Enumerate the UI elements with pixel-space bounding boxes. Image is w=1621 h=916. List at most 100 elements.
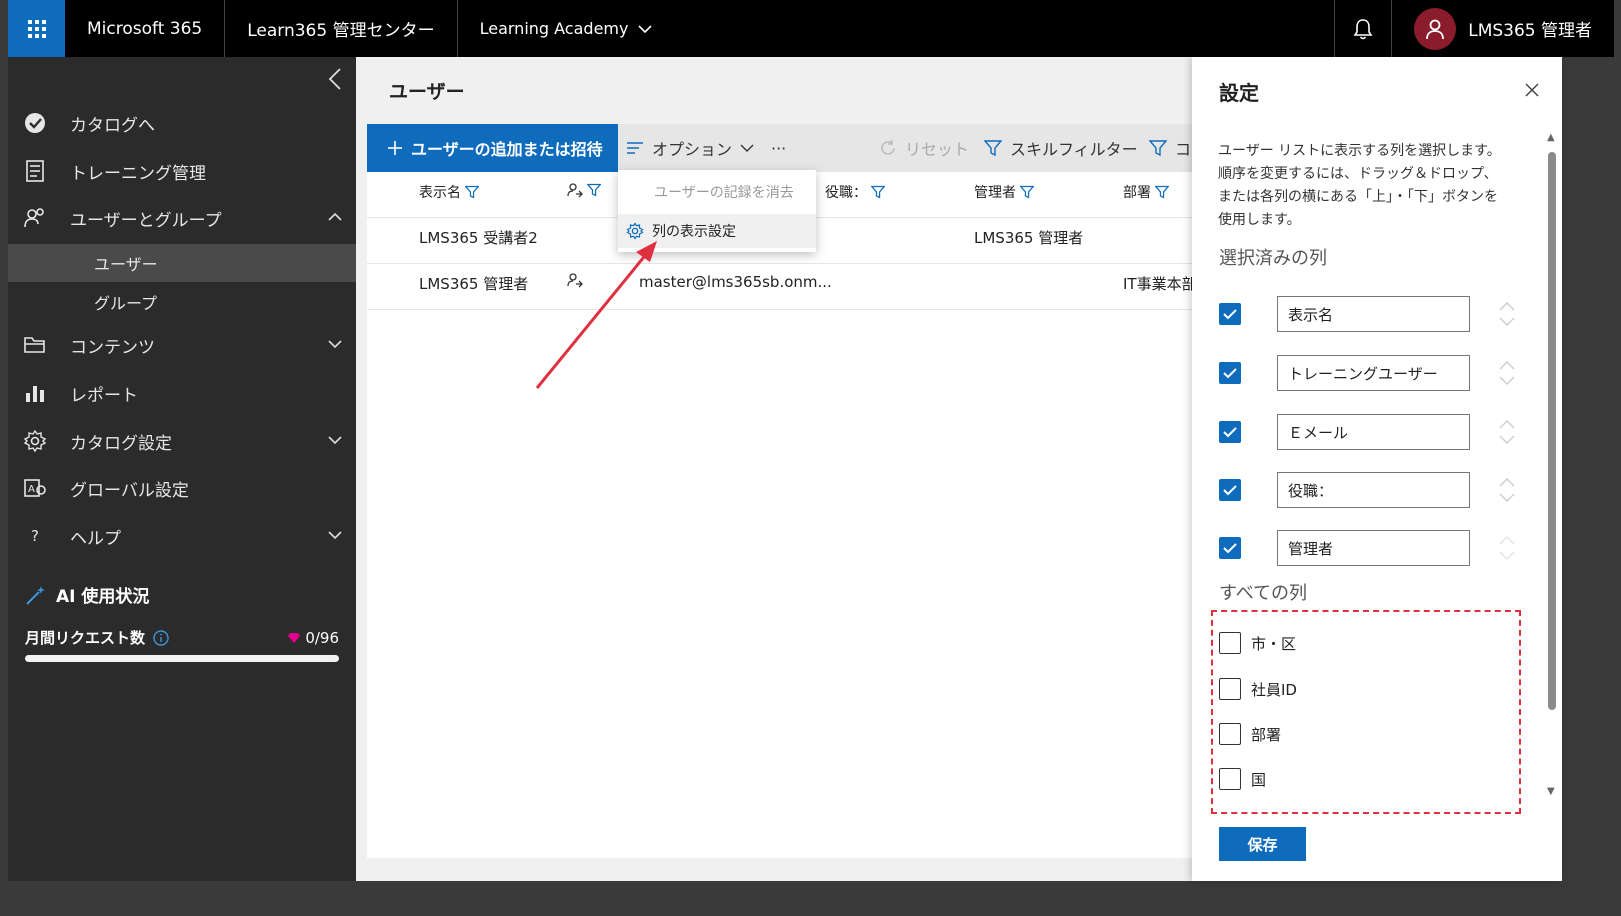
checkbox-unchecked[interactable] <box>1219 723 1241 745</box>
checkbox-checked[interactable] <box>1219 537 1241 559</box>
reset-button[interactable]: リセット <box>879 124 969 172</box>
chevron-up-icon <box>328 210 342 226</box>
options-lines-icon <box>627 142 643 154</box>
plus-icon <box>388 141 402 155</box>
app-launcher-icon[interactable] <box>8 0 65 57</box>
selected-column-row[interactable]: 表示名 <box>1219 296 1519 332</box>
gem-icon <box>288 632 301 643</box>
checkbox-checked[interactable] <box>1219 421 1241 443</box>
checkbox-checked[interactable] <box>1219 479 1241 501</box>
all-columns-heading: すべての列 <box>1219 583 1308 604</box>
selected-column-name[interactable]: トレーニングユーザー <box>1277 355 1470 391</box>
all-column-row[interactable]: 国 <box>1219 767 1266 791</box>
admin-center-title[interactable]: Learn365 管理センター <box>225 0 458 57</box>
filter-icon[interactable] <box>587 183 601 197</box>
checkmark-icon <box>1223 543 1237 554</box>
column-settings-menu-item[interactable]: 列の表示設定 <box>618 214 816 248</box>
column-header-job-title[interactable]: 役職： <box>825 182 885 202</box>
settings-panel: 設定 ユーザー リストに表示する列を選択します。順序を変更するには、ドラッグ＆ド… <box>1192 57 1562 881</box>
command-bar: ユーザーの追加または招待 オプション ··· リセット スキルフィルター コ <box>367 124 1192 172</box>
nav-sub-groups[interactable]: グループ <box>8 283 356 321</box>
scroll-thumb[interactable] <box>1548 152 1556 710</box>
info-icon[interactable] <box>153 629 169 646</box>
column-header-manager[interactable]: 管理者 <box>974 182 1034 202</box>
nav-item-global-settings[interactable]: A グローバル設定 <box>8 469 356 507</box>
nav-item-label: カタログ設定 <box>70 433 172 454</box>
nav-item-users-groups[interactable]: ユーザーとグループ <box>8 199 356 237</box>
nav-item-label: ユーザーとグループ <box>70 210 222 231</box>
column-header-display-name[interactable]: 表示名 <box>419 182 479 202</box>
panel-title: 設定 <box>1219 81 1259 105</box>
selected-column-row[interactable]: 管理者 <box>1219 530 1519 566</box>
filter-icon[interactable] <box>465 185 479 199</box>
nav-item-help[interactable]: ? ヘルプ <box>8 517 356 555</box>
all-column-name: 社員ID <box>1251 680 1297 699</box>
chevron-down-icon <box>328 433 342 449</box>
nav-item-training[interactable]: トレーニング管理 <box>8 152 356 190</box>
checkbox-unchecked[interactable] <box>1219 632 1241 654</box>
column-header-training-user[interactable] <box>567 182 601 198</box>
nav-sub-users[interactable]: ユーザー <box>8 244 356 282</box>
notifications-button[interactable] <box>1334 0 1393 57</box>
panel-scrollbar[interactable]: ▲ ▼ <box>1545 130 1559 802</box>
checkbox-unchecked[interactable] <box>1219 768 1241 790</box>
person-arrow-icon <box>567 273 583 288</box>
chevron-down-icon <box>740 144 754 152</box>
column-header-label: 管理者 <box>974 185 1016 201</box>
add-user-button[interactable]: ユーザーの追加または招待 <box>367 124 618 172</box>
more-button[interactable]: ··· <box>771 124 786 172</box>
nav-item-label: カタログへ <box>70 115 155 136</box>
extra-filter-button[interactable]: コ <box>1149 124 1191 172</box>
reorder-icon[interactable] <box>1497 534 1517 562</box>
options-button[interactable]: オプション <box>626 124 754 172</box>
selected-column-row[interactable]: 役職： <box>1219 472 1519 508</box>
nav-item-catalog-settings[interactable]: カタログ設定 <box>8 422 356 460</box>
scroll-down-icon[interactable]: ▼ <box>1547 786 1555 797</box>
account-menu[interactable]: LMS365 管理者 <box>1392 0 1614 57</box>
reorder-icon[interactable] <box>1497 418 1517 446</box>
checkmark-icon <box>1223 485 1237 496</box>
help-icon: ? <box>31 527 39 545</box>
selected-column-name[interactable]: 管理者 <box>1277 530 1470 566</box>
save-button[interactable]: 保存 <box>1219 827 1306 861</box>
selected-columns-heading: 選択済みの列 <box>1219 248 1327 269</box>
nav-item-content[interactable]: コンテンツ <box>8 326 356 364</box>
global-settings-icon: A <box>22 475 48 501</box>
row-1-display-name[interactable]: LMS365 受講者2 <box>419 227 538 248</box>
app-name[interactable]: Microsoft 365 <box>65 0 226 57</box>
close-icon[interactable] <box>1524 79 1540 104</box>
clear-records-menu-item[interactable]: ユーザーの記録を消去 <box>618 176 816 208</box>
nav-item-label: グローバル設定 <box>70 480 189 501</box>
filter-icon[interactable] <box>1155 185 1169 199</box>
row-2-display-name[interactable]: LMS365 管理者 <box>419 273 528 294</box>
nav-item-catalog[interactable]: カタログへ <box>8 104 356 142</box>
reorder-icon[interactable] <box>1497 359 1517 387</box>
selected-column-name[interactable]: Ｅメール <box>1277 414 1470 450</box>
checkbox-checked[interactable] <box>1219 362 1241 384</box>
nav-item-reports[interactable]: レポート <box>8 374 356 412</box>
filter-icon[interactable] <box>871 185 885 199</box>
all-column-row[interactable]: 市・区 <box>1219 631 1296 655</box>
selected-column-name[interactable]: 表示名 <box>1277 296 1470 332</box>
reorder-icon[interactable] <box>1497 300 1517 328</box>
tenant-selector[interactable]: Learning Academy <box>458 0 675 57</box>
checkbox-checked[interactable] <box>1219 303 1241 325</box>
row-divider <box>367 309 1192 310</box>
scroll-up-icon[interactable]: ▲ <box>1547 132 1555 143</box>
collapse-nav-icon[interactable] <box>328 67 342 98</box>
filter-icon[interactable] <box>1020 185 1034 199</box>
filter-icon <box>984 140 1002 157</box>
chart-icon <box>22 380 48 406</box>
all-column-name: 市・区 <box>1251 634 1297 653</box>
checkbox-unchecked[interactable] <box>1219 678 1241 700</box>
nav-item-label: トレーニング管理 <box>70 163 206 184</box>
selected-column-row[interactable]: Ｅメール <box>1219 414 1519 450</box>
skill-filter-button[interactable]: スキルフィルター <box>984 124 1138 172</box>
column-header-department[interactable]: 部署 <box>1123 182 1169 202</box>
all-column-row[interactable]: 社員ID <box>1219 677 1297 701</box>
selected-column-name[interactable]: 役職： <box>1277 472 1470 508</box>
all-column-row[interactable]: 部署 <box>1219 722 1281 746</box>
selected-column-row[interactable]: トレーニングユーザー <box>1219 355 1519 391</box>
reorder-icon[interactable] <box>1497 476 1517 504</box>
row-2-department: IT事業本部 <box>1123 275 1192 293</box>
